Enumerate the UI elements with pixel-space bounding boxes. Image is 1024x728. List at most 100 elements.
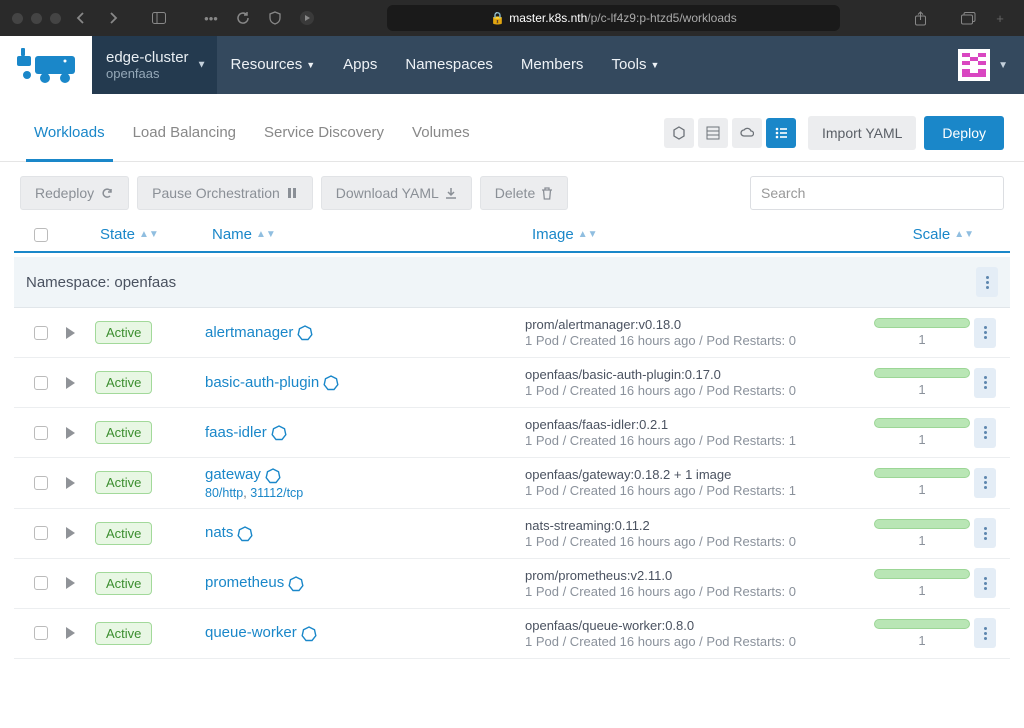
scale-count: 1 — [918, 633, 925, 648]
table-row: Activealertmanagerprom/alertmanager:v0.1… — [14, 308, 1010, 358]
nav-resources[interactable]: Resources▼ — [217, 36, 330, 94]
sidebar-icon[interactable] — [147, 6, 171, 30]
expand-row-icon[interactable] — [66, 427, 75, 439]
image-meta: 1 Pod / Created 16 hours ago / Pod Resta… — [525, 383, 870, 398]
view-grid-icon[interactable] — [698, 118, 728, 148]
play-circle-icon[interactable] — [295, 6, 319, 30]
actions-row: Redeploy Pause Orchestration Download YA… — [0, 162, 1024, 220]
import-yaml-button[interactable]: Import YAML — [808, 116, 916, 150]
refresh-icon[interactable] — [231, 6, 255, 30]
header-scale[interactable]: Scale▲▼ — [870, 226, 974, 243]
table-row: Active nats nats-streaming:0.11.21 Pod / C… — [14, 509, 1010, 559]
workload-name-link[interactable]: alertmanager — [205, 324, 293, 341]
scale-count: 1 — [918, 382, 925, 397]
group-label: Namespace: openfaas — [26, 274, 176, 291]
image-name: nats-streaming:0.11.2 — [525, 518, 870, 533]
row-menu-button[interactable] — [974, 418, 996, 448]
workload-name-link[interactable]: nats — [205, 524, 233, 541]
traffic-close[interactable] — [12, 13, 23, 24]
table-row: Activeprometheusprom/prometheus:v2.11.01… — [14, 559, 1010, 609]
back-button[interactable] — [69, 6, 93, 30]
new-tab-icon[interactable]: + — [988, 6, 1012, 30]
kubernetes-icon — [271, 425, 287, 441]
browser-chrome: ••• 🔒 master.k8s.nth/p/c-lf4z9:p-htzd5/w… — [0, 0, 1024, 36]
url-bar[interactable]: 🔒 master.k8s.nth/p/c-lf4z9:p-htzd5/workl… — [387, 5, 840, 31]
group-menu-button[interactable] — [976, 267, 998, 297]
cluster-selector[interactable]: edge-cluster openfaas ▼ — [92, 36, 217, 94]
image-name: openfaas/faas-idler:0.2.1 — [525, 417, 870, 432]
row-checkbox[interactable] — [34, 626, 48, 640]
nav-members[interactable]: Members — [507, 36, 598, 94]
workload-name-link[interactable]: gateway — [205, 466, 261, 483]
traffic-max[interactable] — [50, 13, 61, 24]
state-badge: Active — [95, 471, 152, 494]
nav-tools[interactable]: Tools▼ — [597, 36, 673, 94]
row-menu-button[interactable] — [974, 468, 996, 498]
tab-workloads[interactable]: Workloads — [20, 104, 119, 161]
workload-name-link[interactable]: queue-worker — [205, 624, 297, 641]
user-menu[interactable]: ▼ — [942, 36, 1024, 94]
nav-apps[interactable]: Apps — [329, 36, 391, 94]
scale-bar — [874, 368, 970, 378]
delete-button[interactable]: Delete — [480, 176, 568, 210]
view-box-icon[interactable] — [664, 118, 694, 148]
row-menu-button[interactable] — [974, 368, 996, 398]
image-name: prom/prometheus:v2.11.0 — [525, 568, 870, 583]
row-checkbox[interactable] — [34, 526, 48, 540]
image-meta: 1 Pod / Created 16 hours ago / Pod Resta… — [525, 534, 870, 549]
workload-name-link[interactable]: faas-idler — [205, 424, 267, 441]
traffic-lights — [12, 13, 61, 24]
row-menu-button[interactable] — [974, 618, 996, 648]
workload-name-link[interactable]: basic-auth-plugin — [205, 374, 319, 391]
workloads-table: State▲▼ Name▲▼ Image▲▼ Scale▲▼ Namespace… — [14, 220, 1010, 659]
view-cloud-icon[interactable] — [732, 118, 762, 148]
forward-button[interactable] — [101, 6, 125, 30]
tabs-icon[interactable] — [956, 6, 980, 30]
expand-row-icon[interactable] — [66, 377, 75, 389]
row-checkbox[interactable] — [34, 376, 48, 390]
view-list-icon[interactable] — [766, 118, 796, 148]
row-checkbox[interactable] — [34, 476, 48, 490]
expand-row-icon[interactable] — [66, 527, 75, 539]
redeploy-button[interactable]: Redeploy — [20, 176, 129, 210]
tab-service-discovery[interactable]: Service Discovery — [250, 104, 398, 161]
header-state[interactable]: State▲▼ — [88, 226, 212, 243]
expand-row-icon[interactable] — [66, 577, 75, 589]
row-checkbox[interactable] — [34, 576, 48, 590]
scale-bar — [874, 619, 970, 629]
row-menu-button[interactable] — [974, 568, 996, 598]
state-badge: Active — [95, 371, 152, 394]
nav-namespaces[interactable]: Namespaces — [391, 36, 507, 94]
deploy-button[interactable]: Deploy — [924, 116, 1004, 150]
share-icon[interactable] — [908, 6, 932, 30]
row-menu-button[interactable] — [974, 518, 996, 548]
table-row: Activebasic-auth-pluginopenfaas/basic-au… — [14, 358, 1010, 408]
expand-row-icon[interactable] — [66, 327, 75, 339]
lock-icon: 🔒 — [490, 11, 505, 25]
table-row: Activefaas-idleropenfaas/faas-idler:0.2.… — [14, 408, 1010, 458]
reader-icon[interactable]: ••• — [199, 6, 223, 30]
tab-bar: Workloads Load Balancing Service Discove… — [0, 104, 1024, 162]
header-name[interactable]: Name▲▼ — [212, 226, 532, 243]
state-badge: Active — [95, 622, 152, 645]
pause-button[interactable]: Pause Orchestration — [137, 176, 313, 210]
row-checkbox[interactable] — [34, 326, 48, 340]
tab-load-balancing[interactable]: Load Balancing — [119, 104, 250, 161]
download-yaml-button[interactable]: Download YAML — [321, 176, 472, 210]
shield-icon[interactable] — [263, 6, 287, 30]
expand-row-icon[interactable] — [66, 477, 75, 489]
state-badge: Active — [95, 522, 152, 545]
header-image[interactable]: Image▲▼ — [532, 226, 870, 243]
row-menu-button[interactable] — [974, 318, 996, 348]
row-checkbox[interactable] — [34, 426, 48, 440]
url-path: /p/c-lf4z9:p-htzd5/workloads — [587, 11, 736, 25]
workload-name-link[interactable]: prometheus — [205, 574, 284, 591]
tab-volumes[interactable]: Volumes — [398, 104, 484, 161]
scale-bar — [874, 569, 970, 579]
image-name: openfaas/queue-worker:0.8.0 — [525, 618, 870, 633]
traffic-min[interactable] — [31, 13, 42, 24]
search-input[interactable] — [750, 176, 1004, 210]
expand-row-icon[interactable] — [66, 627, 75, 639]
rancher-logo[interactable] — [0, 36, 92, 94]
select-all-checkbox[interactable] — [34, 228, 48, 242]
